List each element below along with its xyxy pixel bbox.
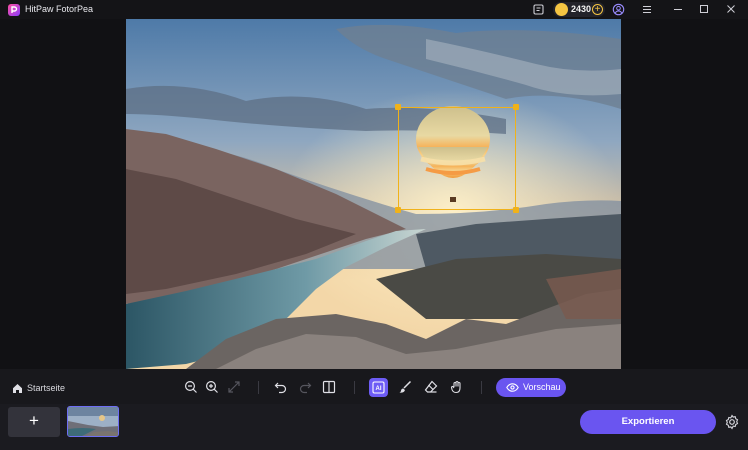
redo-icon [299, 382, 312, 394]
close-icon [727, 5, 735, 13]
compare-button[interactable] [320, 378, 338, 396]
gear-icon [725, 414, 739, 430]
brush-icon [399, 380, 412, 393]
editing-toolbar: Startseite AI Vorschau [0, 369, 748, 404]
redo-button[interactable] [296, 378, 314, 396]
divider [354, 381, 355, 394]
selection-box[interactable] [395, 104, 519, 213]
eraser-button[interactable] [422, 378, 440, 396]
add-credits-icon[interactable]: + [592, 4, 603, 15]
eye-icon [506, 383, 519, 392]
notes-icon[interactable] [532, 3, 545, 16]
plus-icon: + [29, 411, 39, 430]
ai-select-button[interactable]: AI [369, 378, 388, 397]
hand-button[interactable] [448, 378, 466, 396]
zoom-in-icon [205, 380, 218, 393]
title-bar: HitPaw FotorPea 2430 + [0, 0, 748, 19]
image-thumbnail[interactable] [67, 406, 119, 437]
settings-button[interactable] [724, 414, 740, 430]
resize-handle[interactable] [395, 207, 401, 213]
canvas-area[interactable] [0, 19, 748, 369]
resize-handle[interactable] [513, 104, 519, 110]
coin-icon [555, 3, 568, 16]
preview-label: Vorschau [523, 382, 561, 392]
undo-icon [274, 382, 287, 394]
credits-value: 2430 [571, 4, 592, 14]
minimize-icon [674, 9, 682, 10]
expand-icon [228, 381, 240, 393]
thumbnail-image [68, 407, 118, 436]
add-image-button[interactable]: + [8, 407, 60, 437]
credits-badge[interactable]: 2430 + [553, 2, 605, 17]
eraser-icon [424, 380, 438, 393]
menu-button[interactable] [634, 0, 660, 19]
resize-handle[interactable] [513, 207, 519, 213]
divider [481, 381, 482, 394]
close-button[interactable] [718, 0, 744, 19]
export-label: Exportieren [621, 416, 675, 427]
divider [258, 381, 259, 394]
maximize-button[interactable] [691, 0, 717, 19]
user-icon[interactable] [612, 3, 625, 16]
zoom-out-button[interactable] [182, 378, 200, 396]
split-view-icon [322, 380, 336, 394]
svg-text:AI: AI [376, 386, 382, 392]
app-title: HitPaw FotorPea [25, 4, 94, 14]
export-button[interactable]: Exportieren [580, 410, 716, 434]
fit-screen-button[interactable] [225, 378, 243, 396]
maximize-icon [700, 5, 708, 13]
resize-handle[interactable] [395, 104, 401, 110]
home-icon [13, 384, 22, 393]
menu-icon [643, 6, 651, 13]
preview-button[interactable]: Vorschau [496, 378, 566, 397]
hand-icon [450, 380, 461, 394]
brush-button[interactable] [396, 378, 414, 396]
app-logo-icon [8, 4, 20, 16]
home-label: Startseite [27, 383, 66, 393]
undo-button[interactable] [272, 378, 290, 396]
ai-icon: AI [372, 381, 385, 394]
minimize-button[interactable] [665, 0, 691, 19]
landscape-image [126, 19, 621, 369]
zoom-out-icon [184, 380, 197, 393]
zoom-in-button[interactable] [203, 378, 221, 396]
bottom-bar: + Exportieren [0, 404, 748, 450]
edited-photo[interactable] [126, 19, 621, 369]
